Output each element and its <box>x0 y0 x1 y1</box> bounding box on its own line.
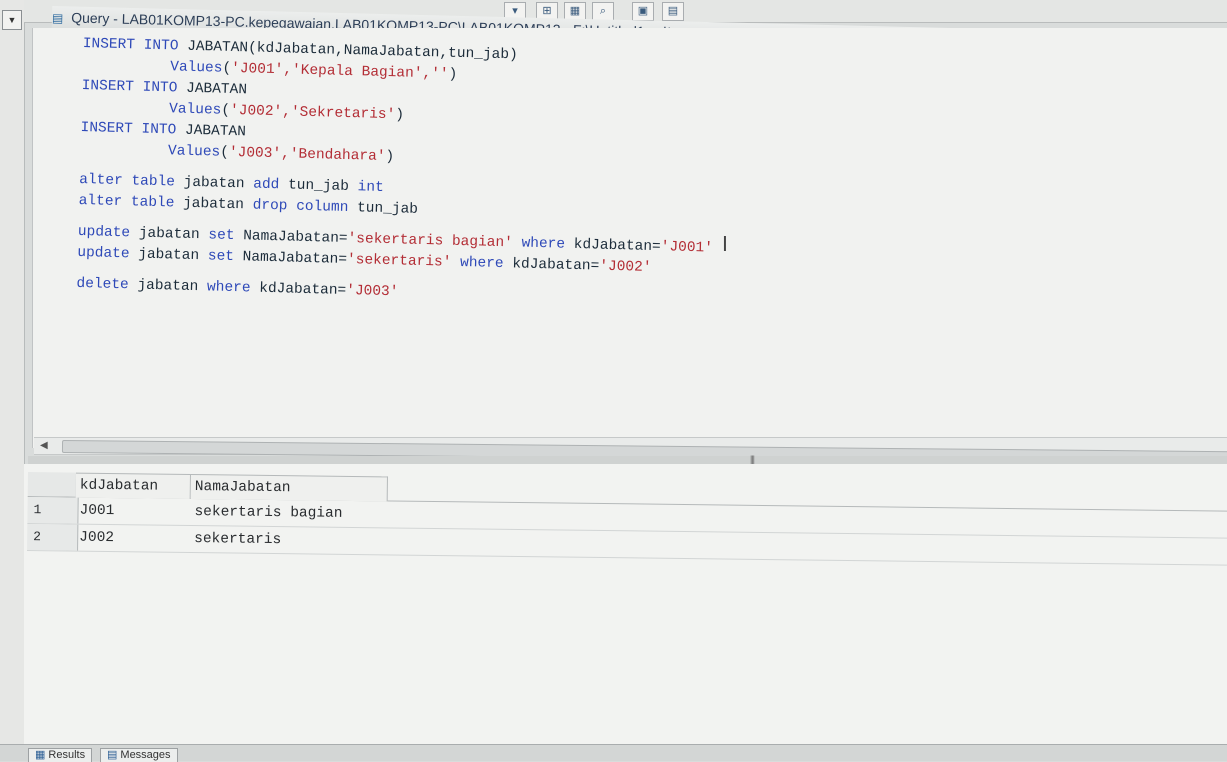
results-grid[interactable]: kdJabatan NamaJabatan 1 J001 sekertaris … <box>27 472 1227 566</box>
grid-icon[interactable]: ▤ <box>662 2 684 21</box>
code-text: jabatan <box>174 174 254 193</box>
code-text: jabatan <box>128 277 208 296</box>
string-literal: 'J003','Bendahara' <box>228 144 386 165</box>
keyword: alter table <box>78 192 175 212</box>
keyword: drop column <box>252 197 349 217</box>
tab-messages-label: Messages <box>120 749 171 761</box>
string-literal: 'J003' <box>345 282 399 301</box>
grid-corner[interactable] <box>27 472 77 497</box>
column-header-namajabatan[interactable]: NamaJabatan <box>190 473 388 502</box>
bottom-tab-bar: ▦ Results ▤ Messages <box>0 744 1227 762</box>
pane-splitter[interactable]: ||| <box>28 454 1227 464</box>
messages-icon: ▤ <box>107 749 118 761</box>
sql-code[interactable]: INSERT INTO JABATAN(kdJabatan,NamaJabata… <box>76 36 1222 327</box>
code-text: NamaJabatan= <box>233 249 348 268</box>
string-literal: 'J001' <box>660 239 714 257</box>
options-icon[interactable]: ▣ <box>632 2 654 21</box>
code-text: kdJabatan= <box>564 236 661 256</box>
string-literal: 'J002' <box>599 258 652 276</box>
keyword: Values <box>167 143 221 161</box>
query-icon: ▤ <box>51 11 64 26</box>
code-text: jabatan <box>174 195 253 214</box>
results-pane: kdJabatan NamaJabatan 1 J001 sekertaris … <box>24 464 1227 744</box>
string-literal: 'J002','Sekretaris' <box>229 102 396 124</box>
code-text: JABATAN <box>177 80 248 99</box>
code-text: jabatan <box>129 225 209 244</box>
code-text: jabatan <box>129 246 209 265</box>
code-text: NamaJabatan= <box>234 228 348 247</box>
string-literal: 'sekertaris bagian' <box>347 230 514 252</box>
keyword: Values <box>168 101 222 119</box>
code-text: JABATAN <box>176 122 247 141</box>
object-explorer-edge: ▼ <box>0 0 25 760</box>
cell-kdjabatan[interactable]: J001 <box>79 498 114 524</box>
horizontal-scrollbar[interactable]: ◀ <box>34 437 1227 465</box>
keyword: update <box>77 244 130 263</box>
string-literal: 'sekertaris' <box>346 251 452 271</box>
keyword: set <box>207 248 235 266</box>
cell-kdjabatan[interactable]: J002 <box>79 525 114 551</box>
code-text: kdJabatan= <box>503 256 600 275</box>
keyword: delete <box>76 275 129 294</box>
keyword: Values <box>170 59 223 77</box>
code-text: tun_jab <box>279 177 358 196</box>
code-text: ) <box>448 66 458 83</box>
keyword: add <box>253 176 280 194</box>
column-header-kdjabatan[interactable]: kdJabatan <box>75 472 191 499</box>
keyword: set <box>208 227 235 245</box>
keyword: alter table <box>79 171 176 191</box>
results-to-file-icon[interactable]: ⌕ <box>592 2 614 21</box>
keyword: update <box>77 223 131 242</box>
tab-results-label: Results <box>48 749 86 761</box>
code-text: ) <box>395 107 405 124</box>
keyword: int <box>357 179 384 196</box>
keyword: INSERT INTO <box>81 77 178 97</box>
code-text: ) <box>385 148 395 166</box>
cell-namajabatan[interactable]: sekertaris <box>194 526 281 553</box>
ibeam-cursor-icon: I <box>722 232 728 256</box>
code-text: kdJabatan= <box>250 280 347 299</box>
row-number[interactable]: 2 <box>27 523 79 551</box>
keyword: INSERT INTO <box>82 36 179 55</box>
grid-icon: ▦ <box>35 749 46 761</box>
keyword: where <box>451 254 504 273</box>
keyword: INSERT INTO <box>80 119 177 139</box>
dropdown-arrow-icon[interactable]: ▼ <box>2 10 22 30</box>
scroll-left-icon[interactable]: ◀ <box>40 438 48 454</box>
cell-namajabatan[interactable]: sekertaris bagian <box>194 499 342 527</box>
splitter-grip-icon[interactable]: ||| <box>750 454 755 464</box>
row-number[interactable]: 1 <box>27 496 79 524</box>
keyword: where <box>512 235 566 253</box>
code-text: tun_jab <box>348 200 419 218</box>
keyword: where <box>206 279 251 297</box>
code-text: JABATAN(kdJabatan,NamaJabatan,tun_jab) <box>178 38 518 64</box>
sql-editor[interactable]: INSERT INTO JABATAN(kdJabatan,NamaJabata… <box>32 28 1227 448</box>
